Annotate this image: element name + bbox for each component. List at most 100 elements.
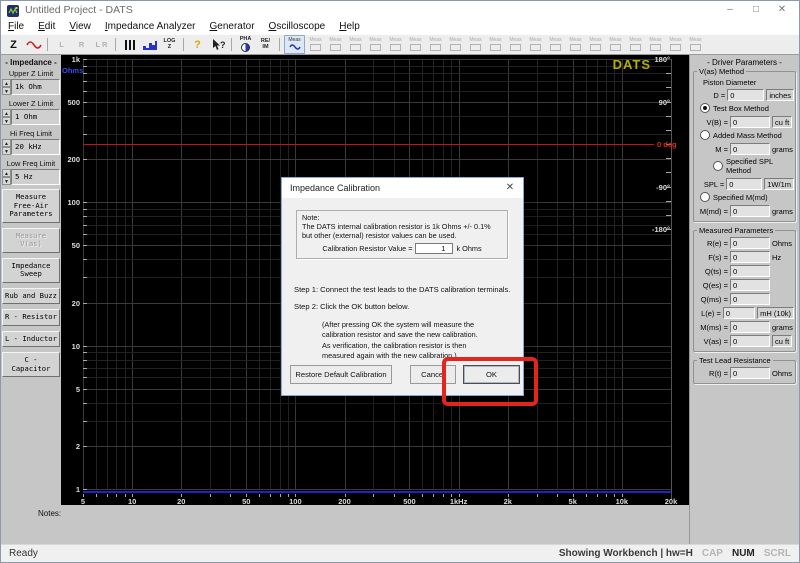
radio-icon[interactable] xyxy=(700,192,710,202)
param-value-field[interactable]: 0 xyxy=(730,321,770,333)
paragraph-line: calibration resistor and save the new ca… xyxy=(322,330,478,340)
radio-added-mass-method[interactable]: Added Mass Method xyxy=(695,130,794,140)
grid-line-horizontal xyxy=(83,102,671,103)
impulse-response-icon[interactable] xyxy=(120,36,139,53)
spinner-down-icon[interactable]: ▼ xyxy=(2,117,11,125)
frequency-tick-label: 200 xyxy=(332,497,358,505)
setting-value-field[interactable]: 20 kHz xyxy=(11,139,60,155)
x-axis-tick xyxy=(597,494,598,497)
sidebar-button-l-inductor[interactable]: L - Inductor xyxy=(2,331,60,348)
sidebar-button-r-resistor[interactable]: R - Resistor xyxy=(2,309,60,326)
resistor-value-input[interactable] xyxy=(415,243,453,254)
spinner-up-icon[interactable]: ▲ xyxy=(2,139,11,147)
toolbar: ZLRL RLOGZ??PHARE/IMMeasMeasMeasMeasMeas… xyxy=(1,34,799,55)
menu-item-edit[interactable]: Edit xyxy=(31,21,62,32)
sine-generator-icon[interactable] xyxy=(24,36,43,53)
param-value-field[interactable]: 0 xyxy=(730,279,770,291)
title-bar: Untitled Project - DATS – □ ✕ xyxy=(1,1,799,19)
measurement-slot-icon: Meas xyxy=(406,36,425,53)
param-unit: grams xyxy=(772,207,793,216)
param-value-field[interactable]: 0 xyxy=(730,116,770,128)
setting-value-field[interactable]: 1 Ohm xyxy=(11,109,60,125)
restore-default-calibration-button[interactable]: Restore Default Calibration xyxy=(290,365,392,384)
group-title: Measured Parameters xyxy=(697,226,775,235)
param-value-field[interactable]: 0 xyxy=(730,237,770,249)
param-value-field[interactable]: 0 xyxy=(730,251,770,263)
param-value-field[interactable]: 0 xyxy=(727,89,764,101)
radio-specified-m-md[interactable]: Specified M(md) xyxy=(695,192,794,202)
param-label: R(e) = xyxy=(695,239,728,248)
grid-line-vertical xyxy=(614,59,615,489)
step2-text: Step 2: Click the OK button below. xyxy=(294,302,409,311)
param-value-field[interactable]: 0 xyxy=(730,335,770,347)
grid-line-vertical xyxy=(573,59,574,489)
impedance-tick-label: 1 xyxy=(61,485,80,494)
param-value-field[interactable]: 0 xyxy=(726,178,762,190)
grid-line-horizontal xyxy=(83,81,671,82)
menu-item-oscilloscope[interactable]: Oscilloscope xyxy=(262,21,333,32)
x-axis-tick xyxy=(116,494,117,497)
minimize-button[interactable]: – xyxy=(717,1,743,19)
param-row-q-es: Q(es) =0 xyxy=(695,279,794,291)
setting-value-field[interactable]: 1k Ohm xyxy=(11,79,60,95)
x-axis-tick xyxy=(433,494,434,497)
close-button[interactable]: ✕ xyxy=(769,1,795,19)
setting-label: Hi Freq Limit xyxy=(2,129,60,138)
impedance-tick-label: 5 xyxy=(61,385,80,394)
x-axis-tick xyxy=(280,494,281,497)
radio-specified-spl-method[interactable]: Specified SPL Method xyxy=(708,157,794,175)
x-axis-tick xyxy=(394,494,395,497)
menu-item-file[interactable]: File xyxy=(1,21,31,32)
phase-display-icon[interactable]: PHA xyxy=(236,36,255,53)
param-value-field[interactable]: 0 xyxy=(730,265,770,277)
measurement-slot-icon: Meas xyxy=(386,36,405,53)
ok-explanation-paragraph: (After pressing OK the system will measu… xyxy=(322,320,478,361)
menu-item-help[interactable]: Help xyxy=(332,21,367,32)
spinner-down-icon[interactable]: ▼ xyxy=(2,177,11,185)
radio-test-box-method[interactable]: Test Box Method xyxy=(695,103,794,113)
status-toggle-cap: CAP xyxy=(702,548,723,559)
setting-value-field[interactable]: 5 Hz xyxy=(11,169,60,185)
help-icon[interactable]: ? xyxy=(188,36,207,53)
impedance-trace xyxy=(83,491,671,493)
phase-tick xyxy=(666,201,671,202)
menu-item-view[interactable]: View xyxy=(62,21,98,32)
dialog-close-icon[interactable]: ✕ xyxy=(497,178,523,198)
param-value-field[interactable]: 0 xyxy=(730,143,770,155)
spinner-up-icon[interactable]: ▲ xyxy=(2,79,11,87)
param-value-field[interactable]: 0 xyxy=(730,205,770,217)
spinner-up-icon[interactable]: ▲ xyxy=(2,169,11,177)
param-value-field[interactable]: 0 xyxy=(730,293,770,305)
sidebar-button-measure-free-air-parameters[interactable]: MeasureFree-AirParameters xyxy=(2,189,60,223)
context-help-icon[interactable]: ? xyxy=(208,36,227,53)
grid-line-horizontal xyxy=(83,421,671,422)
spinner-down-icon[interactable]: ▼ xyxy=(2,147,11,155)
spinner-up-icon[interactable]: ▲ xyxy=(2,109,11,117)
param-row-m-md: M(md) =0grams xyxy=(695,205,794,217)
param-value-field[interactable]: 0 xyxy=(723,307,755,319)
phase-tick xyxy=(666,73,671,74)
spinner-down-icon[interactable]: ▼ xyxy=(2,87,11,95)
radio-icon[interactable] xyxy=(700,103,710,113)
impedance-graph-icon[interactable]: Z xyxy=(4,36,23,53)
menu-item-generator[interactable]: Generator xyxy=(203,21,262,32)
impedance-tick-label: 100 xyxy=(61,198,80,207)
measurement-waveform-icon[interactable]: Meas xyxy=(284,35,305,54)
radio-icon[interactable] xyxy=(700,130,710,140)
param-value-field[interactable]: 0 xyxy=(730,367,770,379)
phase-tick xyxy=(666,158,671,159)
radio-icon[interactable] xyxy=(713,161,723,171)
sidebar-button-c-capacitor[interactable]: C - Capacitor xyxy=(2,352,60,377)
sidebar-button-impedance-sweep[interactable]: ImpedanceSweep xyxy=(2,258,60,283)
grid-line-vertical xyxy=(107,59,108,489)
maximize-button[interactable]: □ xyxy=(743,1,769,19)
phase-tick-label: -180° xyxy=(627,225,670,234)
measurement-slot-icon: Meas xyxy=(366,36,385,53)
log-impedance-icon[interactable]: LOGZ xyxy=(160,36,179,53)
dats-window: Untitled Project - DATS – □ ✕ FileEditVi… xyxy=(0,0,800,563)
sidebar-button-rub-and-buzz[interactable]: Rub and Buzz xyxy=(2,288,60,305)
bar-graph-icon[interactable] xyxy=(140,36,159,53)
menu-item-impedance-analyzer[interactable]: Impedance Analyzer xyxy=(98,21,203,32)
real-imaginary-icon[interactable]: RE/IM xyxy=(256,36,275,53)
param-unit: Ohms xyxy=(772,239,792,248)
